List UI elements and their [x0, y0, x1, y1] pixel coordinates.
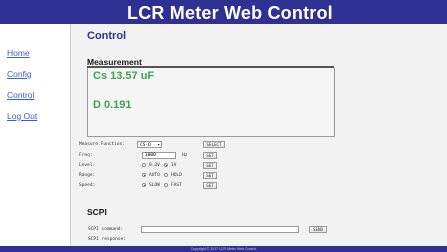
speed-option-slow: SLOW: [149, 183, 160, 188]
range-radio-auto[interactable]: [142, 173, 146, 177]
measure-function-select[interactable]: CS-D ▾: [137, 141, 162, 148]
range-label: Range:: [79, 173, 96, 178]
range-set-button[interactable]: SET: [203, 172, 217, 179]
speed-label: Speed:: [79, 183, 96, 188]
app-title: LCR Meter Web Control: [127, 3, 333, 23]
level-option-0-3v: 0.3V: [149, 163, 160, 168]
speed-radio-fast[interactable]: [164, 183, 168, 187]
freq-label: Freq:: [79, 153, 93, 158]
level-radio-1v[interactable]: [164, 163, 168, 167]
level-option-1v: 1V: [171, 163, 177, 168]
sidebar-item-config[interactable]: Config: [7, 69, 32, 79]
scpi-command-label: SCPI command:: [88, 227, 124, 232]
measure-function-value: CS-D: [140, 143, 151, 148]
measure-function-label: Measure Function:: [79, 142, 126, 147]
chevron-down-icon: ▾: [157, 143, 160, 148]
level-radio-0-3v[interactable]: [142, 163, 146, 167]
select-button[interactable]: SELECT: [203, 141, 225, 148]
main-content: Control Measurement Cs 13.57 uF D 0.191 …: [71, 24, 447, 246]
scpi-command-input[interactable]: [141, 226, 299, 233]
speed-radio-slow[interactable]: [142, 183, 146, 187]
speed-set-button[interactable]: SET: [203, 182, 217, 189]
freq-unit: Hz: [182, 153, 188, 158]
measurement-panel: Cs 13.57 uF D 0.191: [87, 68, 335, 137]
sidebar-item-log-out[interactable]: Log Out: [7, 111, 37, 121]
footer-bar: Copyright © 2017 LCR Meter Web Control: [0, 246, 447, 252]
range-option-auto: AUTO: [149, 173, 160, 178]
freq-set-button[interactable]: SET: [203, 152, 217, 159]
scpi-send-button[interactable]: SEND: [309, 226, 327, 233]
app-banner: LCR Meter Web Control: [0, 0, 447, 24]
page-title: Control: [87, 30, 127, 42]
speed-option-fast: FAST: [171, 183, 182, 188]
scpi-heading: SCPI: [87, 207, 107, 217]
level-label: Level:: [79, 163, 96, 168]
footer-text: Copyright © 2017 LCR Meter Web Control: [190, 247, 257, 251]
measurement-secondary-value: D 0.191: [93, 99, 132, 111]
sidebar-nav: Home Config Control Log Out: [0, 24, 71, 246]
freq-input[interactable]: 1000: [142, 152, 176, 159]
scpi-response-label: SCPI response:: [88, 237, 126, 242]
level-set-button[interactable]: SET: [203, 162, 217, 169]
range-option-hold: HOLD: [171, 173, 182, 178]
range-radio-hold[interactable]: [164, 173, 168, 177]
sidebar-item-home[interactable]: Home: [7, 48, 30, 58]
measurement-primary-value: Cs 13.57 uF: [93, 70, 155, 82]
sidebar-item-control[interactable]: Control: [7, 90, 34, 100]
